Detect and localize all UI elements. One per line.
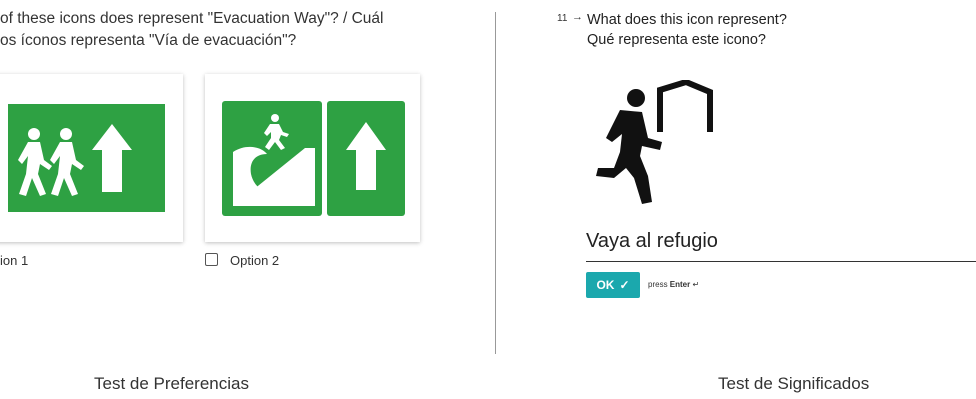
- option-1-card[interactable]: [0, 74, 183, 242]
- question-text: of these icons does represent "Evacuatio…: [0, 8, 384, 52]
- press-enter-hint: press Enter ↵: [648, 280, 699, 289]
- panel-divider: [495, 12, 496, 354]
- option-2-checkbox[interactable]: [205, 253, 218, 266]
- checkmark-icon: ✓: [619, 278, 630, 292]
- option-2-label[interactable]: Option 2: [230, 253, 279, 268]
- enter-key-icon: ↵: [692, 280, 700, 289]
- enter-key-label: Enter: [669, 280, 691, 289]
- press-text: press: [648, 280, 668, 289]
- ok-button[interactable]: OK ✓: [586, 272, 640, 298]
- question-line-1: What does this icon represent?: [587, 12, 787, 28]
- caption-meaning-test: Test de Significados: [718, 374, 870, 393]
- running-people-arrow-up-icon: [8, 104, 165, 212]
- arrow-right-icon: →: [572, 11, 583, 23]
- question-text-right: What does this icon represent? Qué repre…: [587, 10, 787, 50]
- caption-preference-test: Test de Preferencias: [94, 374, 249, 393]
- running-person-wave-arrow-up-icon: [222, 101, 405, 216]
- option-1-label: ion 1: [0, 253, 29, 268]
- person-running-to-shelter-icon: [596, 80, 713, 204]
- question-number: 11: [557, 13, 568, 24]
- question-line-2: os íconos representa "Vía de evacuación"…: [0, 32, 297, 49]
- question-line-1: of these icons does represent "Evacuatio…: [0, 10, 384, 27]
- question-line-2: Qué representa este icono?: [587, 32, 766, 48]
- option-2-card[interactable]: [205, 74, 420, 242]
- ok-button-label: OK: [596, 278, 615, 292]
- answer-input[interactable]: Vaya al refugio: [586, 230, 976, 262]
